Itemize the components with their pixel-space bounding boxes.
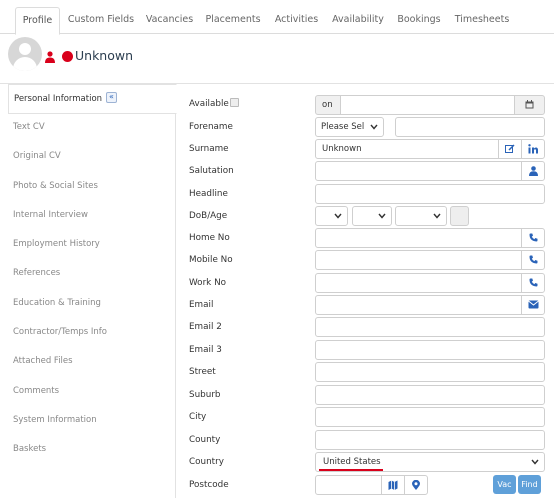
collapse-sidebar-button[interactable]: « (106, 92, 117, 103)
postcode-input[interactable] (315, 475, 382, 495)
street-label: Street (189, 367, 216, 377)
sidebar-item-text-cv[interactable]: Text CV (8, 113, 176, 142)
sidebar-item-baskets[interactable]: Baskets (8, 435, 176, 464)
tab-availability[interactable]: Availability (330, 7, 386, 34)
candidate-header: Unknown (0, 34, 554, 84)
email3-label: Email 3 (189, 345, 222, 355)
available-toggle[interactable]: on (315, 95, 341, 115)
phone-icon (529, 278, 537, 287)
edit-icon (505, 144, 515, 153)
tab-bar: Profile Custom Fields Vacancies Placemen… (0, 0, 554, 35)
send-email-button[interactable] (521, 295, 545, 315)
street-input[interactable] (315, 362, 545, 382)
linkedin-button[interactable] (521, 139, 545, 159)
suburb-label: Suburb (189, 390, 221, 400)
dob-year-select[interactable] (395, 206, 447, 226)
call-mobile-button[interactable] (521, 250, 545, 270)
headline-input[interactable] (315, 184, 545, 204)
email2-label: Email 2 (189, 322, 222, 332)
map-button[interactable] (381, 475, 405, 495)
mobile-no-label: Mobile No (189, 255, 233, 265)
suburb-input[interactable] (315, 385, 545, 405)
tab-placements[interactable]: Placements (203, 7, 263, 34)
county-input[interactable] (315, 430, 545, 450)
sidebar-item-employment-history[interactable]: Employment History (8, 230, 176, 259)
call-home-button[interactable] (521, 228, 545, 248)
candidate-name: Unknown (75, 48, 134, 63)
tab-timesheets[interactable]: Timesheets (452, 7, 512, 34)
envelope-icon (527, 300, 539, 309)
avatar (8, 37, 42, 71)
dob-day-select[interactable] (315, 206, 348, 226)
edit-surname-button[interactable] (498, 139, 522, 159)
find-button[interactable]: Find (518, 475, 541, 494)
chevron-down-icon (531, 459, 539, 465)
tab-bookings[interactable]: Bookings (394, 7, 444, 34)
tab-profile[interactable]: Profile (15, 7, 60, 35)
sidebar-item-contractor[interactable]: Contractor/Temps Info (8, 318, 176, 347)
age-display (450, 206, 469, 226)
available-label: Available (189, 99, 229, 109)
sidebar-item-education[interactable]: Education & Training (8, 289, 176, 318)
status-indicator (62, 51, 73, 62)
person-icon (528, 166, 538, 176)
sidebar-item-system-info[interactable]: System Information (8, 406, 176, 435)
salutation-input[interactable] (315, 161, 522, 181)
sidebar-item-attached-files[interactable]: Attached Files (8, 347, 176, 376)
home-no-input[interactable] (315, 228, 522, 248)
county-label: County (189, 435, 221, 445)
email3-input[interactable] (315, 340, 545, 360)
surname-input[interactable]: Unknown (315, 139, 499, 159)
forename-input[interactable] (395, 117, 545, 137)
email2-input[interactable] (315, 317, 545, 337)
chevron-down-icon (370, 124, 378, 130)
surname-label: Surname (189, 144, 229, 154)
city-label: City (189, 412, 207, 422)
dob-label: DoB/Age (189, 211, 228, 221)
sidebar-item-references[interactable]: References (8, 259, 176, 288)
country-select[interactable]: United States (315, 452, 545, 472)
linkedin-icon (528, 144, 538, 154)
dob-month-select[interactable] (352, 206, 392, 226)
tab-custom-fields[interactable]: Custom Fields (66, 7, 136, 34)
call-work-button[interactable] (521, 273, 545, 293)
chevron-down-icon (378, 213, 386, 219)
work-no-input[interactable] (315, 273, 522, 293)
salutation-label: Salutation (189, 166, 234, 176)
chevron-down-icon (433, 213, 441, 219)
tab-vacancies[interactable]: Vacancies (142, 7, 197, 34)
email-input[interactable] (315, 295, 522, 315)
mobile-no-input[interactable] (315, 250, 522, 270)
email-label: Email (189, 300, 214, 310)
chevron-down-icon (334, 213, 342, 219)
salutation-button[interactable] (521, 161, 545, 181)
calendar-button[interactable] (514, 95, 545, 115)
spellcheck-underline (319, 469, 383, 471)
vac-button[interactable]: Vac (493, 475, 516, 494)
available-date-input[interactable] (340, 95, 515, 115)
sidebar: Personal Information Text CV Original CV… (8, 84, 177, 498)
postcode-label: Postcode (189, 480, 229, 490)
home-no-label: Home No (189, 233, 230, 243)
sidebar-item-photo-social[interactable]: Photo & Social Sites (8, 172, 176, 201)
sidebar-item-original-cv[interactable]: Original CV (8, 142, 176, 171)
map-marker-icon (412, 479, 420, 490)
sidebar-item-comments[interactable]: Comments (8, 377, 176, 406)
headline-label: Headline (189, 189, 228, 199)
available-checkbox[interactable] (230, 98, 239, 107)
forename-label: Forename (189, 122, 233, 132)
phone-icon (529, 255, 537, 264)
tab-activities[interactable]: Activities (270, 7, 323, 34)
calendar-icon (525, 100, 534, 109)
location-button[interactable] (404, 475, 428, 495)
phone-icon (529, 233, 537, 242)
title-select[interactable]: Please Sel (315, 117, 384, 137)
country-label: Country (189, 457, 224, 467)
city-input[interactable] (315, 407, 545, 427)
work-no-label: Work No (189, 278, 227, 288)
person-icon (45, 51, 55, 66)
sidebar-item-internal-interview[interactable]: Internal Interview (8, 201, 176, 230)
sidebar-item-personal-information[interactable]: Personal Information (8, 84, 177, 114)
map-icon (388, 480, 398, 490)
